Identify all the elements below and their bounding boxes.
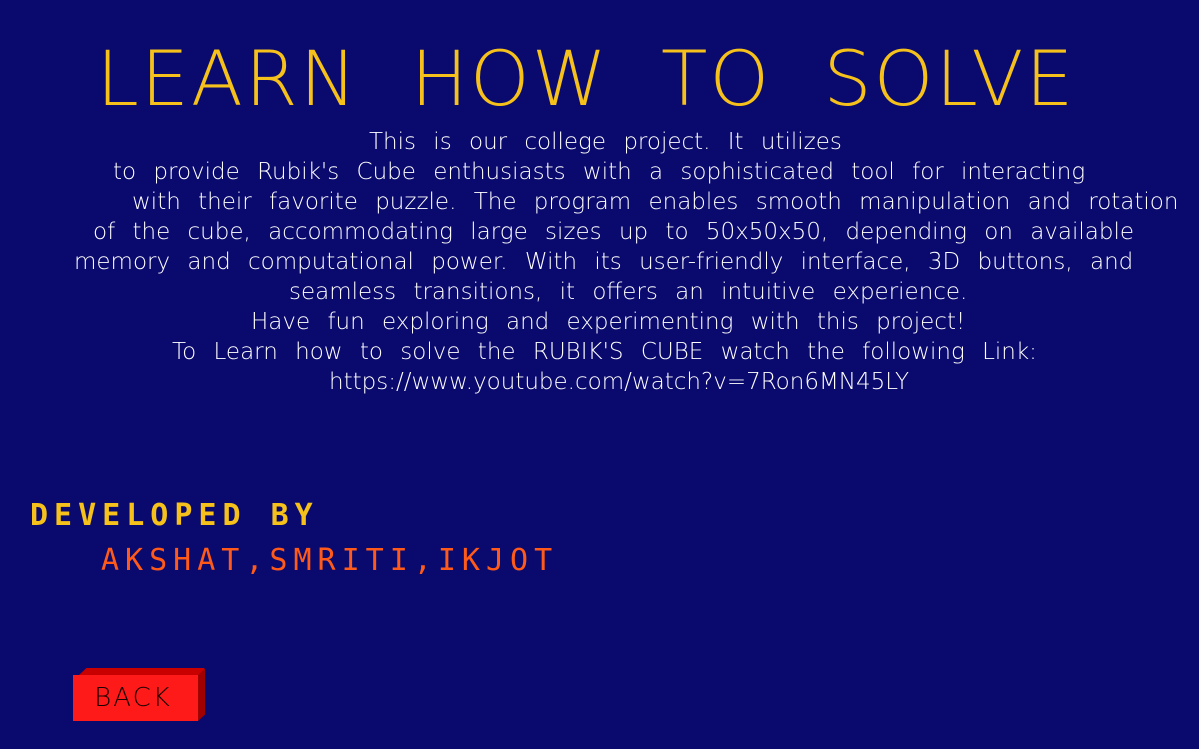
description-line: To Learn how to solve the RUBIK'S CUBE w…: [172, 339, 1037, 365]
description-line: This is our college project. It utilizes: [369, 129, 842, 155]
developed-by-heading: DEVELOPED BY: [30, 498, 319, 533]
description-line: memory and computational power. With its…: [74, 249, 1134, 275]
description-line: with their favorite puzzle. The program …: [132, 189, 1179, 215]
description-line: of the cube, accommodating large sizes u…: [93, 219, 1135, 245]
tutorial-link: https://www.youtube.com/watch?v=7Ron6MN4…: [329, 369, 910, 395]
button-bevel-top: [79, 668, 204, 675]
developer-names: AKSHAT,SMRITI,IKJOT: [101, 543, 559, 578]
description-line: to provide Rubik's Cube enthusiasts with…: [113, 159, 1086, 185]
description-line: Have fun exploring and experimenting wit…: [251, 309, 966, 335]
description-line: seamless transitions, it offers an intui…: [289, 279, 968, 305]
button-bevel-side: [198, 668, 205, 721]
back-button-label: BACK: [94, 683, 172, 713]
back-button[interactable]: BACK: [73, 668, 205, 721]
page-title: LEARN HOW TO SOLVE: [96, 34, 1076, 123]
